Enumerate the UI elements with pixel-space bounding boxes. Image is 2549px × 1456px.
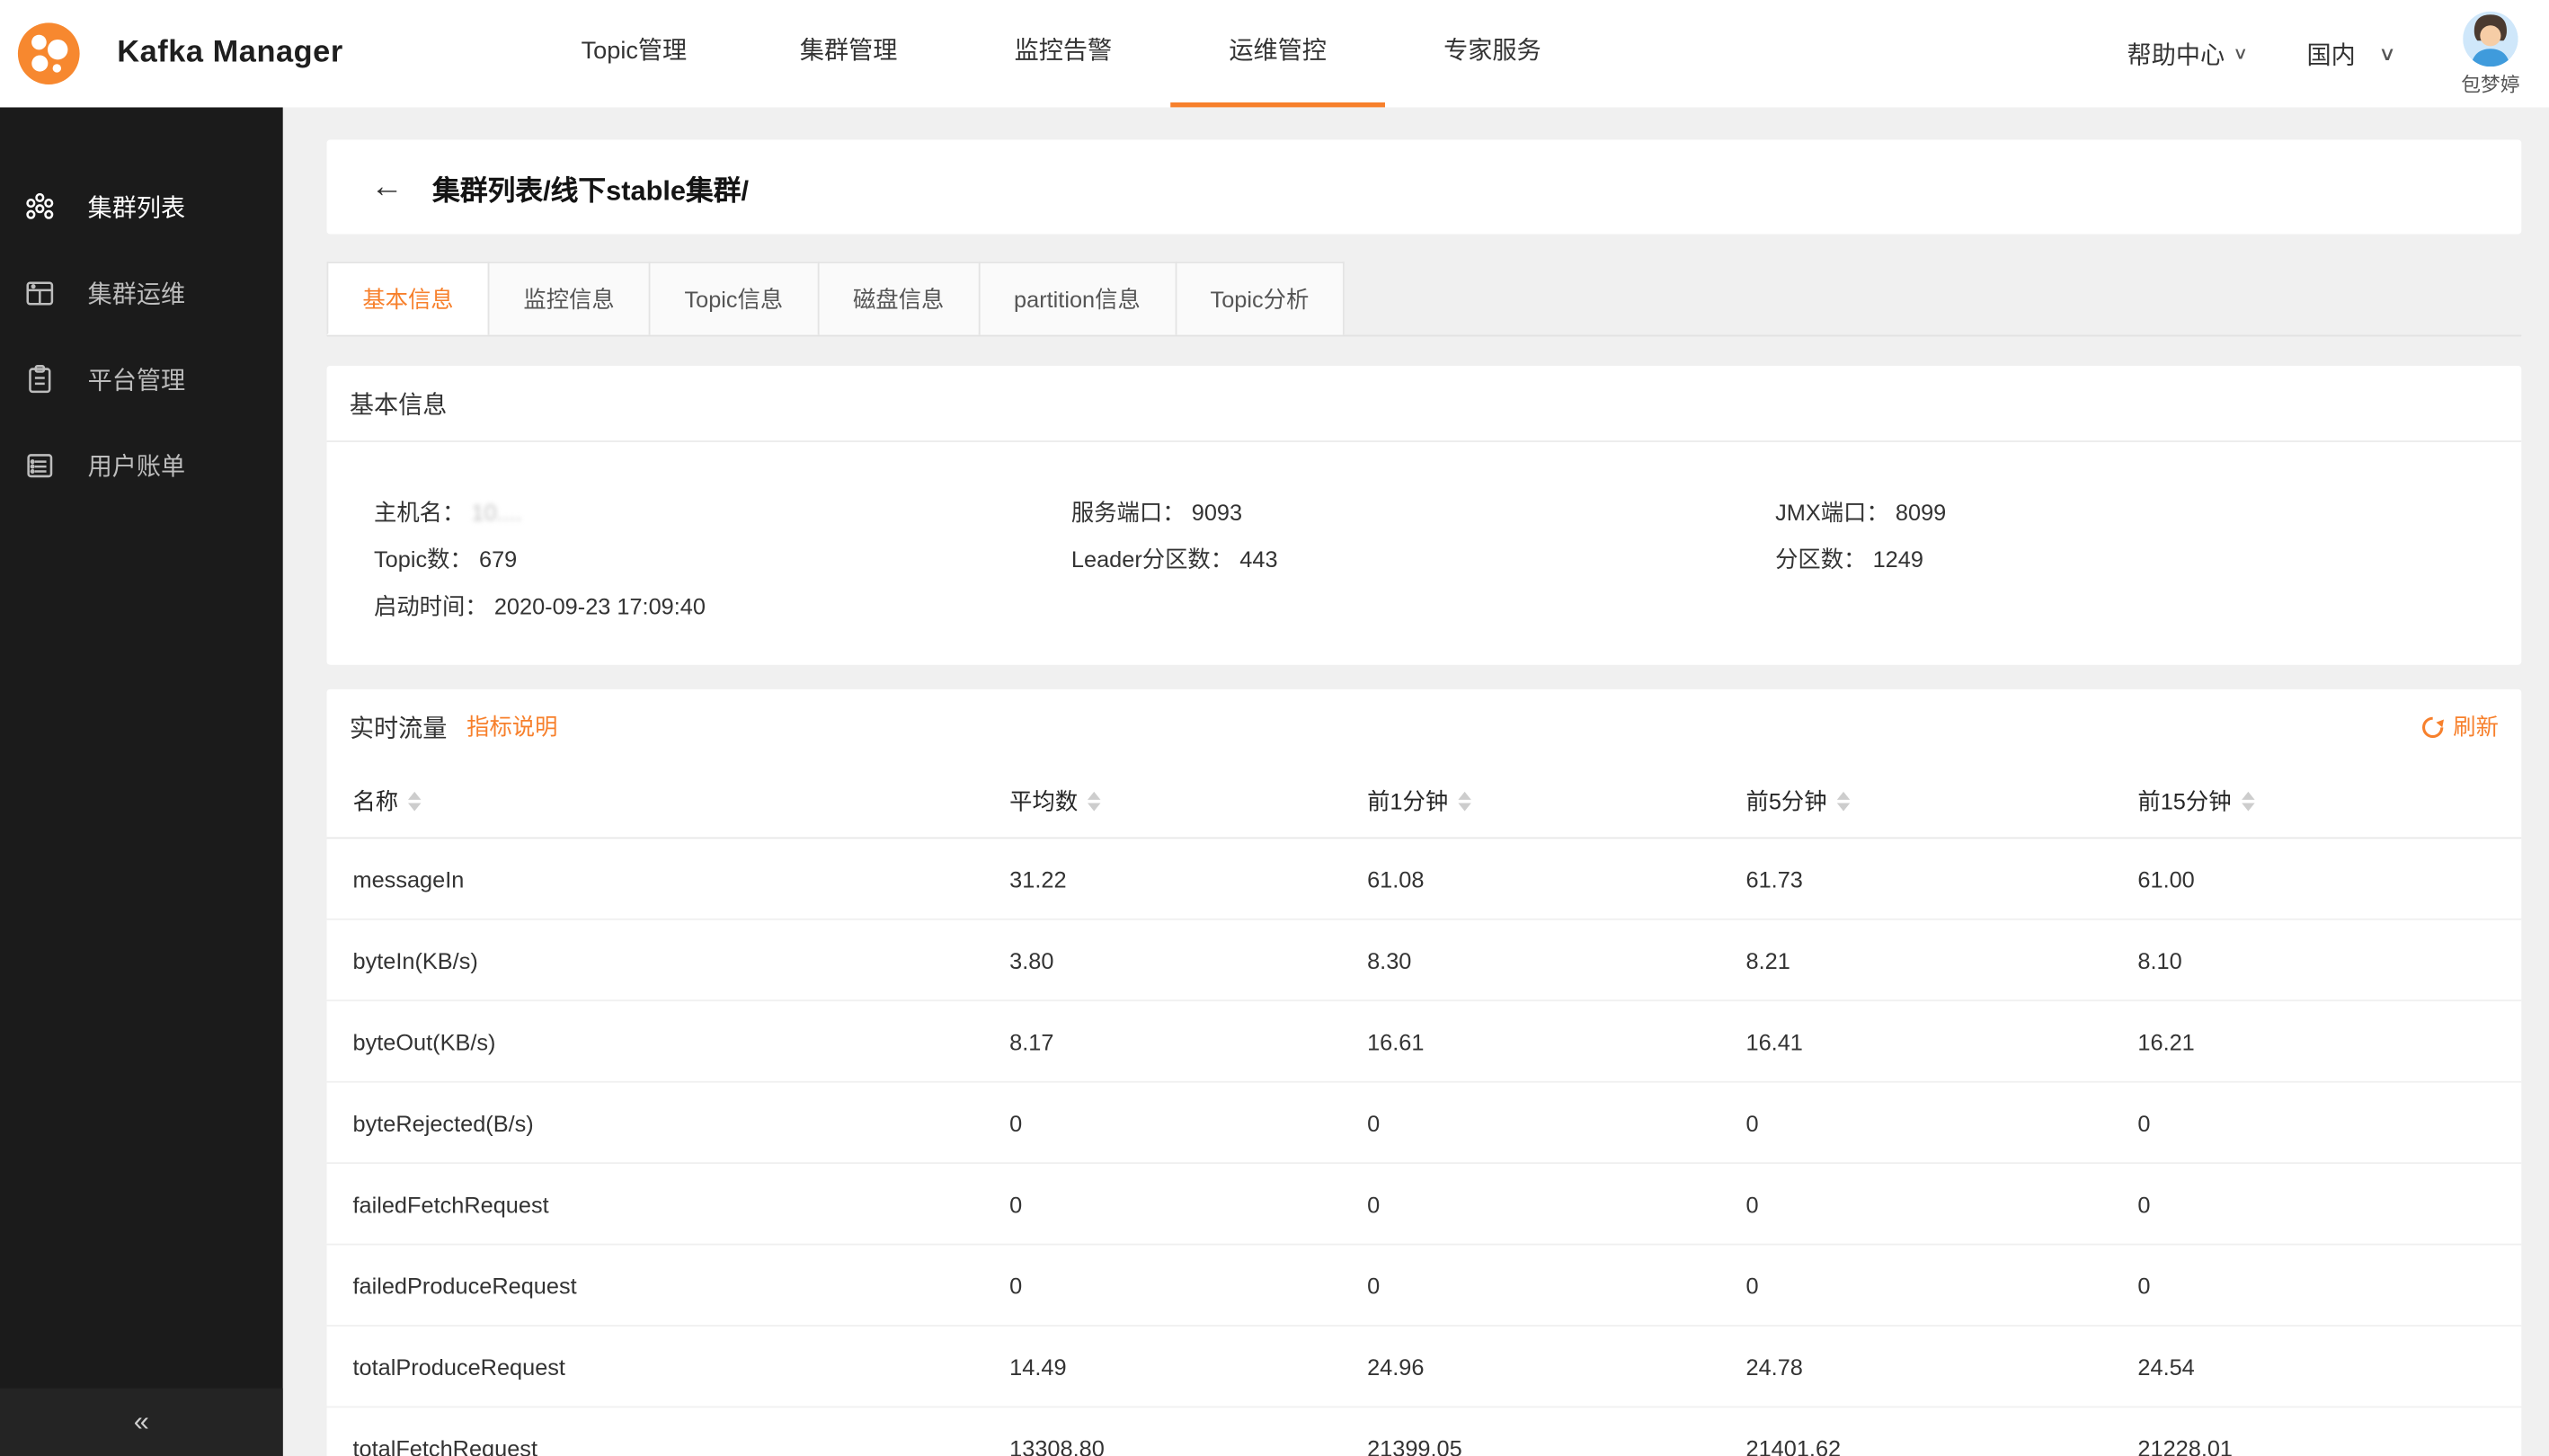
metric-description-link[interactable]: 指标说明 xyxy=(466,710,557,742)
sidebar-item-user-billing[interactable]: 用户账单 xyxy=(0,422,283,509)
tab-disk-info[interactable]: 磁盘信息 xyxy=(817,262,980,334)
basic-info-card: 基本信息 主机名：10.... 服务端口：9093 JMX端口：8099 Top… xyxy=(327,366,2522,665)
sidebar-item-cluster-ops[interactable]: 集群运维 xyxy=(0,251,283,337)
tab-monitor-info[interactable]: 监控信息 xyxy=(488,262,651,334)
back-button[interactable]: ← xyxy=(370,171,403,203)
top-header: Kafka Manager Topic管理 集群管理 监控告警 运维管控 专家服… xyxy=(0,0,2549,107)
breadcrumb-card: ← 集群列表/线下stable集群/ xyxy=(327,140,2522,235)
user-name: 包梦婷 xyxy=(2461,69,2519,97)
column-header-last-5min[interactable]: 前5分钟 xyxy=(1746,785,2138,817)
app-title: Kafka Manager xyxy=(117,36,343,72)
table-row: failedProduceRequest0000 xyxy=(327,1245,2522,1326)
cluster-ops-icon xyxy=(22,277,55,309)
cluster-list-icon xyxy=(22,191,55,224)
sort-icon xyxy=(408,791,421,811)
column-header-last-15min[interactable]: 前15分钟 xyxy=(2137,785,2521,817)
tab-basic-info[interactable]: 基本信息 xyxy=(327,262,490,334)
sort-icon xyxy=(2241,791,2253,811)
sort-icon xyxy=(1458,791,1470,811)
table-header-row: 名称 平均数 前1分钟 前5分钟 xyxy=(327,764,2522,839)
sidebar-item-label: 集群列表 xyxy=(88,191,186,225)
sidebar-item-label: 集群运维 xyxy=(88,276,186,310)
nav-ops-control[interactable]: 运维管控 xyxy=(1170,0,1385,107)
field-topic-count: Topic数：679 xyxy=(374,542,1071,574)
tab-topic-info[interactable]: Topic信息 xyxy=(649,262,819,334)
nav-topic-manage[interactable]: Topic管理 xyxy=(527,0,742,107)
sidebar-collapse-button[interactable]: « xyxy=(0,1389,283,1456)
field-partition-count: 分区数：1249 xyxy=(1775,542,2521,574)
table-row: totalFetchRequest13308.8021399.0521401.6… xyxy=(327,1407,2522,1456)
table-row: byteOut(KB/s)8.1716.6116.4116.21 xyxy=(327,1001,2522,1082)
chevron-down-icon: ∨ xyxy=(2233,43,2248,64)
sort-icon xyxy=(1088,791,1100,811)
user-menu[interactable]: 包梦婷 xyxy=(2461,11,2519,97)
region-selector[interactable]: 国内 ∨ xyxy=(2306,37,2395,71)
table-row: messageIn31.2261.0861.7361.00 xyxy=(327,839,2522,919)
field-leader-partition-count: Leader分区数：443 xyxy=(1071,542,1775,574)
table-row: failedFetchRequest0000 xyxy=(327,1164,2522,1245)
nav-expert-service[interactable]: 专家服务 xyxy=(1385,0,1600,107)
realtime-traffic-card: 实时流量 指标说明 刷新 名称 xyxy=(327,689,2522,1456)
realtime-header: 实时流量 指标说明 刷新 xyxy=(327,689,2522,764)
field-service-port: 服务端口：9093 xyxy=(1071,495,1775,528)
chevron-down-icon: ∨ xyxy=(2378,42,2396,66)
sidebar-item-cluster-list[interactable]: 集群列表 xyxy=(0,164,283,251)
top-nav: Topic管理 集群管理 监控告警 运维管控 专家服务 xyxy=(527,0,1600,107)
help-center-label: 帮助中心 xyxy=(2127,37,2225,71)
nav-cluster-manage[interactable]: 集群管理 xyxy=(742,0,956,107)
sort-icon xyxy=(1836,791,1849,811)
field-jmx-port: JMX端口：8099 xyxy=(1775,495,2521,528)
nav-monitor-alert[interactable]: 监控告警 xyxy=(955,0,1170,107)
tab-partition-info[interactable]: partition信息 xyxy=(978,262,1176,334)
app-root: Kafka Manager Topic管理 集群管理 监控告警 运维管控 专家服… xyxy=(0,0,2549,1456)
column-header-last-1min[interactable]: 前1分钟 xyxy=(1367,785,1745,817)
realtime-title: 实时流量 xyxy=(350,709,448,743)
basic-info-title: 基本信息 xyxy=(350,386,448,421)
platform-admin-icon xyxy=(22,363,55,395)
app-logo-icon[interactable] xyxy=(16,22,81,86)
refresh-button[interactable]: 刷新 xyxy=(2420,710,2499,742)
region-label: 国内 xyxy=(2306,37,2355,71)
column-header-avg[interactable]: 平均数 xyxy=(1009,785,1367,817)
refresh-label: 刷新 xyxy=(2453,710,2499,742)
table-row: byteIn(KB/s)3.808.308.218.10 xyxy=(327,920,2522,1001)
table-row: byteRejected(B/s)0000 xyxy=(327,1083,2522,1164)
main-content: ← 集群列表/线下stable集群/ 基本信息 监控信息 Topic信息 磁盘信… xyxy=(283,107,2549,1456)
breadcrumb: 集群列表/线下stable集群/ xyxy=(432,166,749,207)
basic-info-grid: 主机名：10.... 服务端口：9093 JMX端口：8099 Topic数：6… xyxy=(327,442,2522,665)
detail-tabs: 基本信息 监控信息 Topic信息 磁盘信息 partition信息 Topic… xyxy=(327,262,2522,336)
field-hostname: 主机名：10.... xyxy=(374,495,1071,528)
column-header-name[interactable]: 名称 xyxy=(327,785,1010,817)
field-start-time: 启动时间：2020-09-23 17:09:40 xyxy=(374,590,1071,622)
header-right: 帮助中心 ∨ 国内 ∨ 包梦婷 xyxy=(2127,0,2520,107)
user-billing-icon xyxy=(22,449,55,482)
sidebar-item-platform-admin[interactable]: 平台管理 xyxy=(0,336,283,422)
sidebar: 集群列表 集群运维 xyxy=(0,107,283,1456)
help-center-menu[interactable]: 帮助中心 ∨ xyxy=(2127,37,2249,71)
sidebar-item-label: 平台管理 xyxy=(88,362,186,396)
avatar xyxy=(2463,11,2518,66)
table-row: totalProduceRequest14.4924.9624.7824.54 xyxy=(327,1327,2522,1407)
tab-topic-analysis[interactable]: Topic分析 xyxy=(1175,262,1345,334)
refresh-icon xyxy=(2420,715,2445,739)
collapse-icon: « xyxy=(134,1406,149,1438)
sidebar-item-label: 用户账单 xyxy=(88,448,186,483)
basic-info-header: 基本信息 xyxy=(327,366,2522,442)
